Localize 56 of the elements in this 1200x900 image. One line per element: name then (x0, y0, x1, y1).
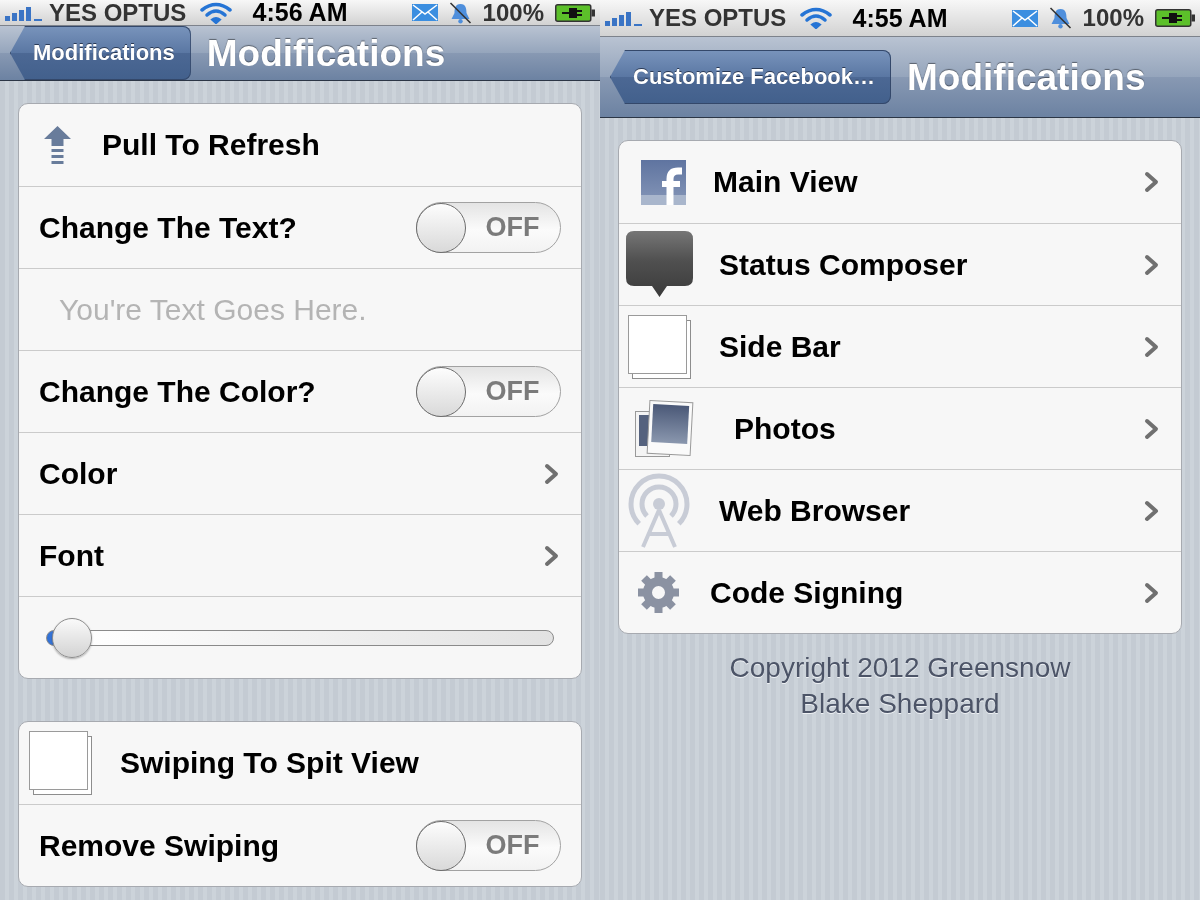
menu-item[interactable]: Web Browser (619, 469, 1181, 551)
muted-bell-icon (448, 1, 472, 24)
speech-bubble-icon (626, 231, 693, 298)
back-button[interactable]: Modifications (10, 26, 191, 80)
menu-item[interactable]: Code Signing (619, 551, 1181, 633)
nav-title: Modifications (907, 58, 1146, 96)
toggle-switch[interactable]: OFF (416, 820, 561, 871)
envelope-icon (411, 4, 438, 21)
toggle-switch[interactable]: OFF (416, 366, 561, 417)
menu-item[interactable]: Side Bar (619, 305, 1181, 387)
chevron-icon (544, 544, 559, 567)
chevron-icon (1144, 499, 1159, 522)
setting-label: Change The Color? (39, 373, 316, 410)
status-time: 4:55 AM (852, 5, 948, 31)
chevron-icon (544, 462, 559, 485)
back-button[interactable]: Customize Facebook… (610, 50, 892, 104)
group-title: Pull To Refresh (102, 127, 320, 163)
antenna-icon (627, 472, 691, 549)
copyright-text: Blake Sheppard (800, 687, 1000, 721)
menu-item[interactable]: Status Composer (619, 223, 1181, 305)
slider-thumb[interactable] (52, 617, 92, 658)
photos-icon (634, 398, 696, 459)
status-time: 4:56 AM (252, 0, 348, 25)
menu-item[interactable]: Color (19, 432, 581, 514)
pages-icon (29, 731, 92, 795)
wifi-icon (200, 1, 233, 24)
menu-item[interactable]: Font (19, 514, 581, 596)
carrier-name: YES OPTUS (49, 0, 187, 25)
chevron-icon (1144, 253, 1159, 276)
signal-icon (605, 10, 643, 26)
battery-icon (555, 3, 595, 22)
menu-item[interactable]: Photos (619, 387, 1181, 469)
battery-icon (1155, 9, 1195, 27)
pages-icon (628, 314, 691, 379)
text-field[interactable]: You're Text Goes Here. (19, 269, 581, 350)
chevron-icon (1144, 581, 1159, 604)
envelope-icon (1011, 9, 1038, 27)
up-arrow-icon (44, 126, 71, 164)
muted-bell-icon (1048, 7, 1072, 29)
gear-icon (638, 572, 679, 613)
battery-percent: 100% (1082, 6, 1144, 30)
f-logo-icon (641, 159, 686, 205)
wifi-icon (800, 7, 833, 29)
menu-item[interactable]: Main View (619, 141, 1181, 223)
toggle-switch[interactable]: OFF (416, 202, 561, 253)
nav-title: Modifications (206, 34, 446, 72)
group-title: Swiping To Spit View (120, 745, 419, 781)
setting-label: Remove Swiping (39, 827, 280, 864)
copyright-text: Copyright 2012 Greensnow (729, 651, 1071, 685)
signal-icon (5, 4, 43, 21)
setting-label: Change The Text? (39, 209, 297, 246)
carrier-name: YES OPTUS (649, 6, 787, 30)
battery-percent: 100% (482, 0, 544, 25)
chevron-icon (1144, 171, 1159, 193)
chevron-icon (1144, 335, 1159, 358)
chevron-icon (1144, 417, 1159, 440)
